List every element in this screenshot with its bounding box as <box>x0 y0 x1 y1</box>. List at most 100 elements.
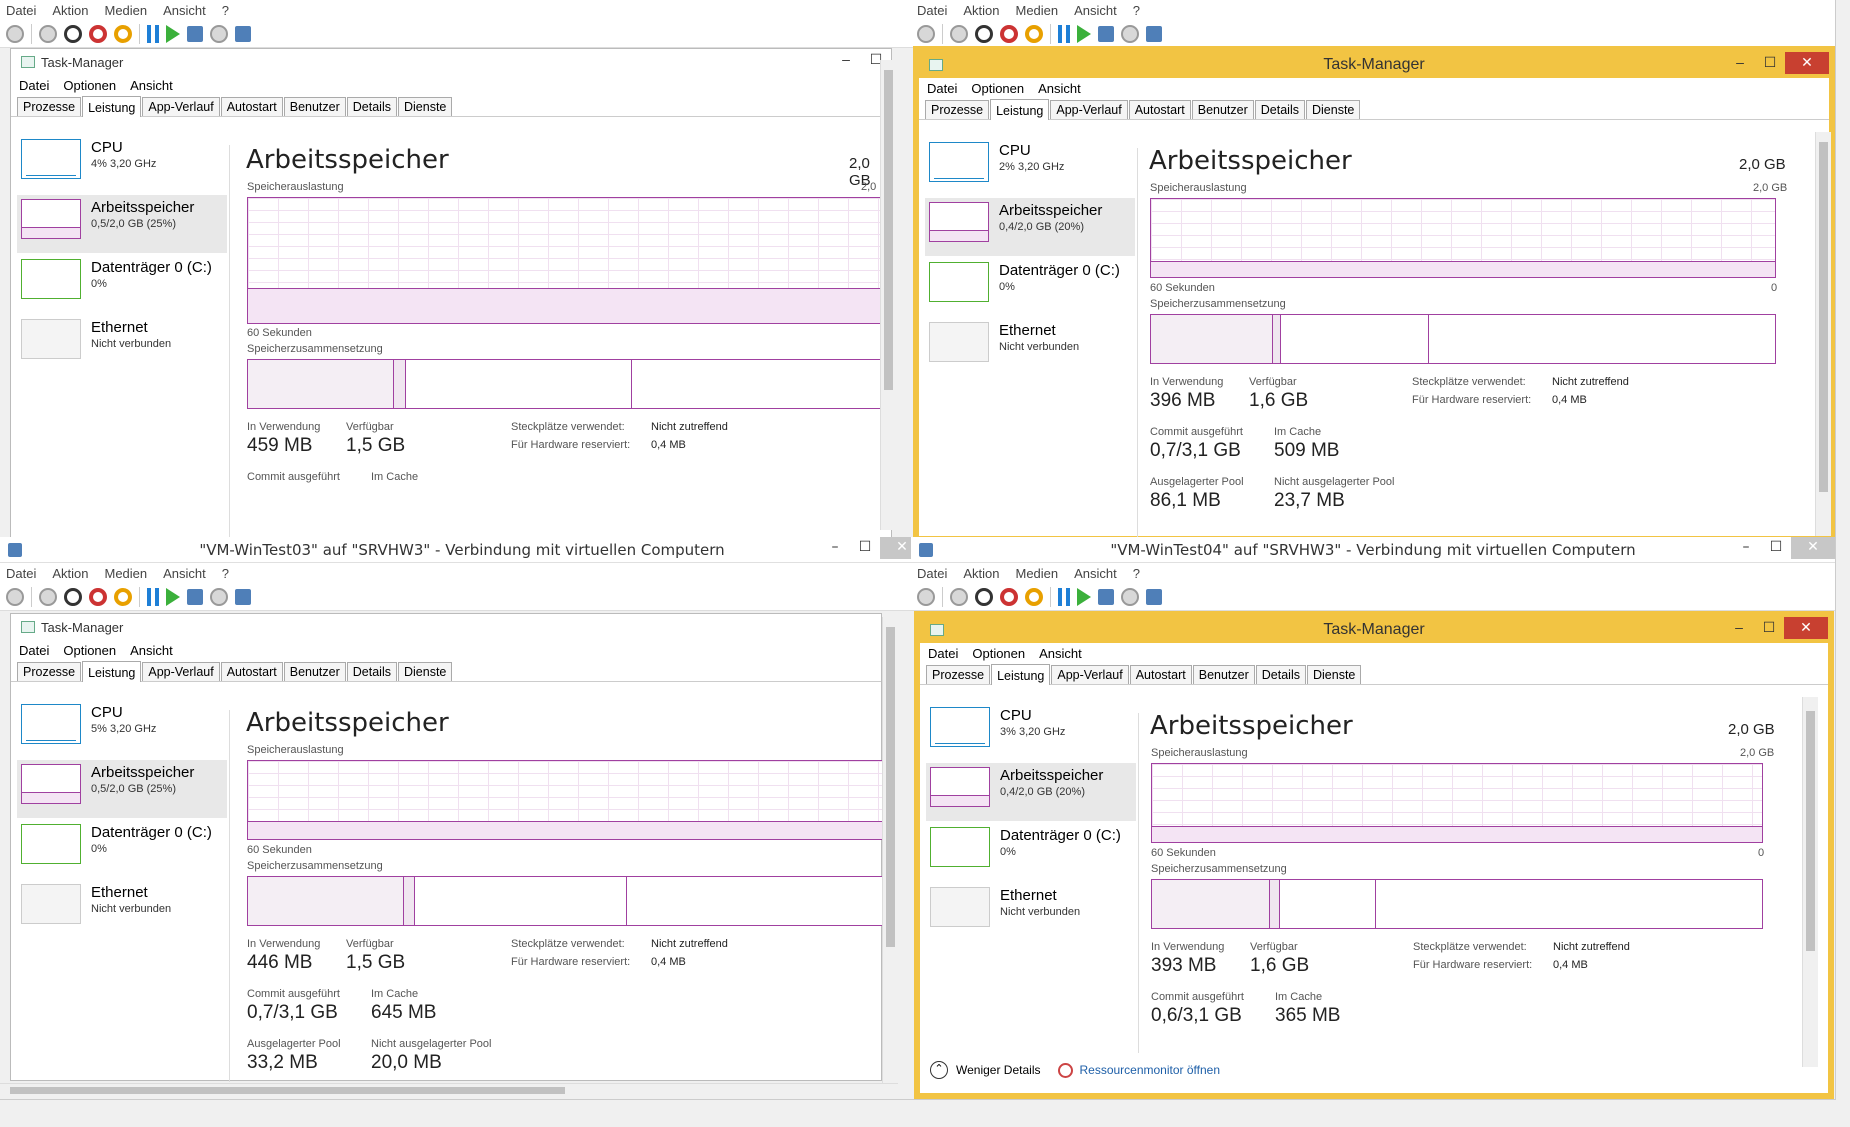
resume-icon[interactable] <box>1077 24 1091 43</box>
enhanced-session-icon[interactable] <box>1146 588 1162 605</box>
menu-datei[interactable]: Datei <box>6 566 36 581</box>
menu-ansicht[interactable]: Ansicht <box>1074 3 1117 18</box>
tab-dienste[interactable]: Dienste <box>397 97 453 116</box>
save-state-icon[interactable] <box>114 587 132 606</box>
sidebar-item-disk[interactable]: Datenträger 0 (C:) 0% <box>926 823 1136 881</box>
vertical-scrollbar[interactable] <box>1802 697 1818 1067</box>
pause-icon[interactable] <box>1058 24 1070 43</box>
revert-icon[interactable] <box>210 24 228 43</box>
start-icon[interactable] <box>950 587 968 606</box>
enhanced-session-icon[interactable] <box>1146 25 1162 42</box>
start-icon[interactable] <box>39 587 57 606</box>
tab-details[interactable]: Details <box>1255 665 1306 684</box>
menu-ansicht[interactable]: Ansicht <box>163 3 206 18</box>
sidebar-item-ethernet[interactable]: Ethernet Nicht verbunden <box>925 318 1135 376</box>
tm-menu-ansicht[interactable]: Ansicht <box>1038 81 1081 96</box>
ctrl-alt-del-icon[interactable] <box>6 24 24 43</box>
shutdown-icon[interactable] <box>1000 24 1018 43</box>
tab-leistung[interactable]: Leistung <box>82 661 142 682</box>
tm-menu-datei[interactable]: Datei <box>927 81 957 96</box>
tab-prozesse[interactable]: Prozesse <box>926 665 991 684</box>
tm-menu-datei[interactable]: Datei <box>19 78 49 93</box>
menu-aktion[interactable]: Aktion <box>963 566 999 581</box>
tab-prozesse[interactable]: Prozesse <box>17 97 82 116</box>
start-icon[interactable] <box>39 24 57 43</box>
fewer-details-link[interactable]: Weniger Details <box>956 1063 1040 1077</box>
tm-menu-optionen[interactable]: Optionen <box>971 81 1024 96</box>
sidebar-item-disk[interactable]: Datenträger 0 (C:) 0% <box>17 820 227 878</box>
turn-off-icon[interactable] <box>64 587 82 606</box>
save-state-icon[interactable] <box>114 24 132 43</box>
menu-datei[interactable]: Datei <box>917 566 947 581</box>
menu-medien[interactable]: Medien <box>105 566 148 581</box>
checkpoint-icon[interactable] <box>1098 588 1114 605</box>
close-button[interactable]: ✕ <box>1791 537 1835 559</box>
horizontal-scrollbar[interactable] <box>0 1083 898 1097</box>
tm-menu-datei[interactable]: Datei <box>19 643 49 658</box>
minimize-button[interactable]: – <box>1724 617 1754 639</box>
resume-icon[interactable] <box>1077 587 1091 606</box>
checkpoint-icon[interactable] <box>187 588 203 605</box>
tm-menu-optionen[interactable]: Optionen <box>972 646 1025 661</box>
checkpoint-icon[interactable] <box>187 25 203 42</box>
save-state-icon[interactable] <box>1025 24 1043 43</box>
ctrl-alt-del-icon[interactable] <box>917 587 935 606</box>
maximize-button[interactable]: ☐ <box>1754 617 1784 639</box>
maximize-button[interactable]: ☐ <box>850 537 880 559</box>
tm-menu-optionen[interactable]: Optionen <box>63 643 116 658</box>
sidebar-item-memory[interactable]: Arbeitsspeicher 0,5/2,0 GB (25%) <box>17 195 227 253</box>
menu-help[interactable]: ? <box>1133 566 1140 581</box>
close-button[interactable]: ✕ <box>1785 52 1829 74</box>
tab-details[interactable]: Details <box>1254 100 1305 119</box>
pause-icon[interactable] <box>147 587 159 606</box>
tab-benutzer[interactable]: Benutzer <box>1192 665 1255 684</box>
tm-menu-optionen[interactable]: Optionen <box>63 78 116 93</box>
tab-dienste[interactable]: Dienste <box>1306 665 1362 684</box>
sidebar-item-cpu[interactable]: CPU 5% 3,20 GHz <box>17 700 227 758</box>
tab-leistung[interactable]: Leistung <box>991 664 1051 685</box>
tab-details[interactable]: Details <box>346 662 397 681</box>
minimize-button[interactable]: – <box>1725 52 1755 74</box>
chevron-up-icon[interactable]: ⌃ <box>930 1061 948 1079</box>
save-state-icon[interactable] <box>1025 587 1043 606</box>
tab-leistung[interactable]: Leistung <box>990 99 1050 120</box>
resume-icon[interactable] <box>166 24 180 43</box>
vertical-scrollbar[interactable] <box>880 60 896 530</box>
sidebar-item-ethernet[interactable]: Ethernet Nicht verbunden <box>17 880 227 938</box>
sidebar-item-memory[interactable]: Arbeitsspeicher 0,5/2,0 GB (25%) <box>17 760 227 818</box>
tab-leistung[interactable]: Leistung <box>82 96 142 117</box>
tab-benutzer[interactable]: Benutzer <box>283 97 346 116</box>
pause-icon[interactable] <box>147 24 159 43</box>
menu-ansicht[interactable]: Ansicht <box>163 566 206 581</box>
tab-benutzer[interactable]: Benutzer <box>283 662 346 681</box>
tm-menu-datei[interactable]: Datei <box>928 646 958 661</box>
vertical-scrollbar[interactable] <box>882 617 898 1083</box>
turn-off-icon[interactable] <box>64 24 82 43</box>
shutdown-icon[interactable] <box>89 24 107 43</box>
sidebar-item-ethernet[interactable]: Ethernet Nicht verbunden <box>926 883 1136 941</box>
minimize-button[interactable]: – <box>831 49 861 71</box>
tab-app-verlauf[interactable]: App-Verlauf <box>142 662 220 681</box>
menu-ansicht[interactable]: Ansicht <box>1074 566 1117 581</box>
tab-autostart[interactable]: Autostart <box>220 662 283 681</box>
tab-prozesse[interactable]: Prozesse <box>17 662 82 681</box>
close-button[interactable]: ✕ <box>1784 617 1828 639</box>
tab-details[interactable]: Details <box>346 97 397 116</box>
scrollbar-thumb[interactable] <box>10 1087 565 1094</box>
revert-icon[interactable] <box>210 587 228 606</box>
scrollbar-thumb[interactable] <box>884 70 893 390</box>
sidebar-item-memory[interactable]: Arbeitsspeicher 0,4/2,0 GB (20%) <box>925 198 1135 256</box>
shutdown-icon[interactable] <box>1000 587 1018 606</box>
menu-medien[interactable]: Medien <box>1016 3 1059 18</box>
sidebar-item-memory[interactable]: Arbeitsspeicher 0,4/2,0 GB (20%) <box>926 763 1136 821</box>
sidebar-item-ethernet[interactable]: Ethernet Nicht verbunden <box>17 315 227 373</box>
ctrl-alt-del-icon[interactable] <box>917 24 935 43</box>
maximize-button[interactable]: ☐ <box>1761 537 1791 559</box>
revert-icon[interactable] <box>1121 587 1139 606</box>
menu-medien[interactable]: Medien <box>105 3 148 18</box>
tab-benutzer[interactable]: Benutzer <box>1191 100 1254 119</box>
scrollbar-thumb[interactable] <box>1819 142 1828 492</box>
vertical-scrollbar[interactable] <box>1815 132 1831 536</box>
revert-icon[interactable] <box>1121 24 1139 43</box>
tab-dienste[interactable]: Dienste <box>1305 100 1361 119</box>
